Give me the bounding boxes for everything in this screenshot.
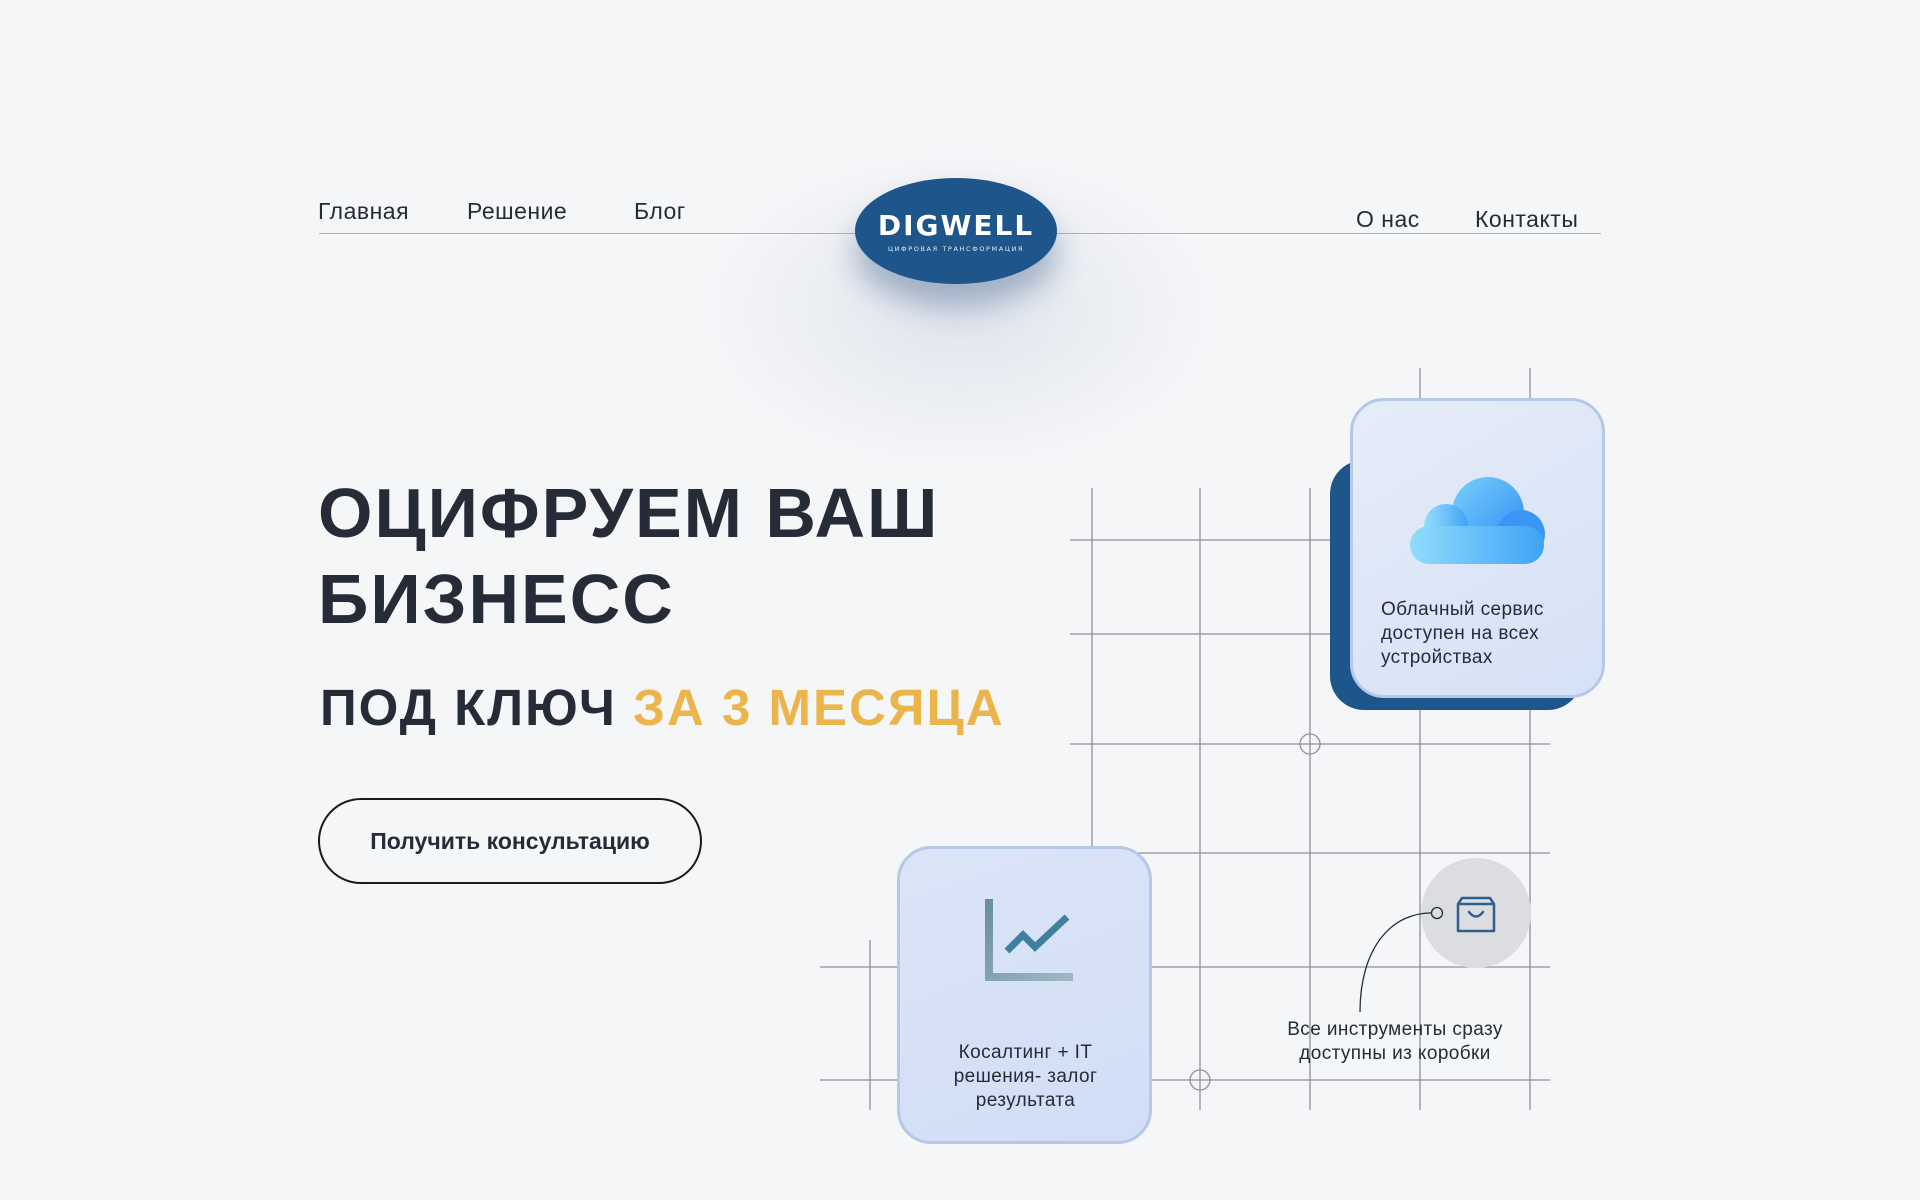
tools-connector bbox=[1359, 906, 1444, 1013]
tools-feature-text: Все инструменты сразу доступны из коробк… bbox=[1287, 1019, 1503, 1064]
